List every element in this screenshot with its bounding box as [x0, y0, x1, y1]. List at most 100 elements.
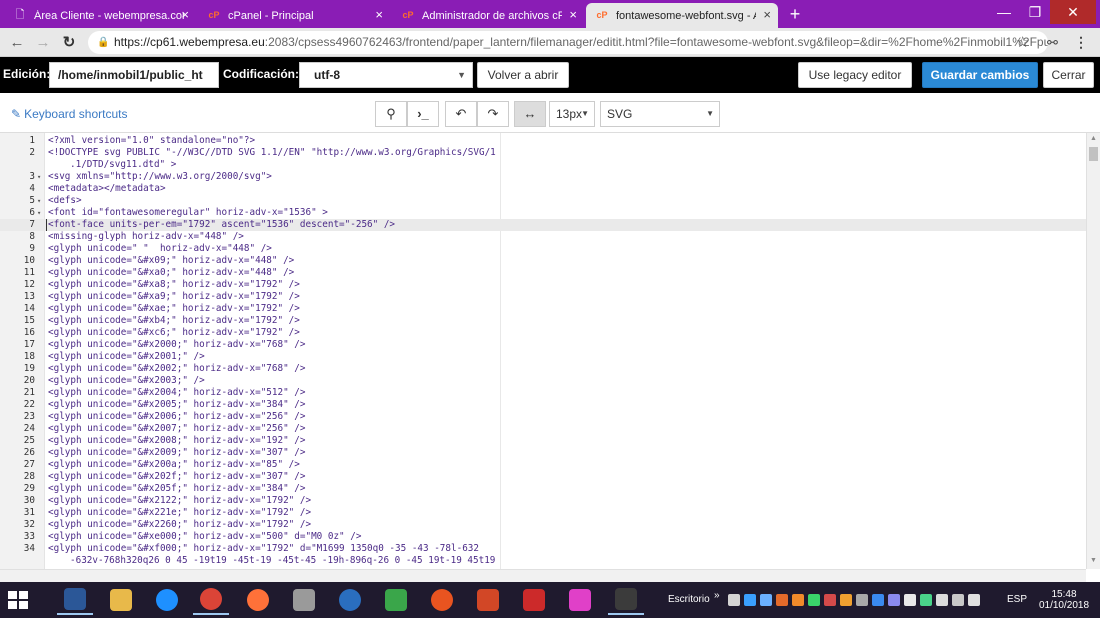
tray-app-icon[interactable]: [776, 594, 788, 606]
store-icon[interactable]: [378, 585, 414, 615]
reload-button[interactable]: ↻: [58, 32, 80, 54]
firefox-icon[interactable]: [240, 585, 276, 615]
word-icon[interactable]: [57, 585, 93, 615]
minimize-button[interactable]: —: [988, 0, 1020, 24]
code-line[interactable]: 12 <glyph unicode="&#xa8;" horiz-adv-x="1…: [0, 279, 1086, 291]
battery-icon[interactable]: [952, 594, 964, 606]
code-line[interactable]: 10 <glyph unicode="&#x09;" horiz-adv-x="4…: [0, 255, 1086, 267]
code-line[interactable]: 19 <glyph unicode="&#x2002;" horiz-adv-x=…: [0, 363, 1086, 375]
legacy-editor-button[interactable]: Use legacy editor: [798, 62, 912, 88]
tray-app-icon[interactable]: [792, 594, 804, 606]
language-indicator[interactable]: ESP: [1007, 582, 1027, 618]
internet-explorer-icon[interactable]: [149, 585, 185, 615]
fold-arrow-icon[interactable]: ▾: [37, 195, 41, 207]
code-line[interactable]: 22 <glyph unicode="&#x2005;" horiz-adv-x=…: [0, 399, 1086, 411]
code-line[interactable]: 32 <glyph unicode="&#x2260;" horiz-adv-x=…: [0, 519, 1086, 531]
code-line[interactable]: 31 <glyph unicode="&#x221e;" horiz-adv-x=…: [0, 507, 1086, 519]
close-window-button[interactable]: ✕: [1050, 0, 1096, 24]
code-line[interactable]: 15 <glyph unicode="&#xb4;" horiz-adv-x="1…: [0, 315, 1086, 327]
terminal-icon[interactable]: ›_: [407, 101, 439, 127]
code-line[interactable]: 21 <glyph unicode="&#x2004;" horiz-adv-x=…: [0, 387, 1086, 399]
code-line[interactable]: -632v-768h320q26 0 45 -19t19 -45t-19 -45…: [0, 555, 1086, 567]
code-editor[interactable]: 1 <?xml version="1.0" standalone="no"?> 2 <…: [0, 133, 1086, 569]
code-line[interactable]: 34 <glyph unicode="&#xf000;" horiz-adv-x=…: [0, 543, 1086, 555]
code-line[interactable]: 26 <glyph unicode="&#x2009;" horiz-adv-x=…: [0, 447, 1086, 459]
fold-arrow-icon[interactable]: ▾: [37, 207, 41, 219]
ubuntu-icon[interactable]: [424, 585, 460, 615]
file-path-field[interactable]: /home/inmobil1/public_ht: [49, 62, 219, 88]
font-size-select[interactable]: 13px ▼: [549, 101, 595, 127]
address-bar[interactable]: 🔒 https://cp61.webempresa.eu:2083/cpsess…: [88, 31, 1048, 54]
code-line[interactable]: 25 <glyph unicode="&#x2008;" horiz-adv-x=…: [0, 435, 1086, 447]
code-line[interactable]: 28 <glyph unicode="&#x202f;" horiz-adv-x=…: [0, 471, 1086, 483]
code-line[interactable]: 16 <glyph unicode="&#xc6;" horiz-adv-x="1…: [0, 327, 1086, 339]
scroll-up-icon[interactable]: ▲: [1090, 135, 1097, 142]
code-line[interactable]: 30 <glyph unicode="&#x2122;" horiz-adv-x=…: [0, 495, 1086, 507]
tab-area-cliente[interactable]: 🗋 Área Cliente - webempresa.com ×: [4, 3, 196, 28]
chrome-icon[interactable]: [193, 585, 229, 615]
forward-button[interactable]: →: [32, 32, 54, 54]
tab-cpanel-principal[interactable]: cP cPanel - Principal ×: [198, 3, 390, 28]
tray-app-icon[interactable]: [840, 594, 852, 606]
code-line[interactable]: .1/DTD/svg11.dtd" >: [0, 159, 1086, 171]
encoding-select[interactable]: utf-8 ▼: [299, 62, 473, 88]
undo-icon[interactable]: ↶: [445, 101, 477, 127]
browser-menu-icon[interactable]: ⋮: [1074, 31, 1088, 54]
code-line[interactable]: 27 <glyph unicode="&#x200a;" horiz-adv-x=…: [0, 459, 1086, 471]
pro-app-icon[interactable]: [286, 585, 322, 615]
code-line[interactable]: 18 <glyph unicode="&#x2001;" />: [0, 351, 1086, 363]
horizontal-scrollbar[interactable]: [0, 569, 1086, 582]
code-line[interactable]: 2 <!DOCTYPE svg PUBLIC "-//W3C//DTD SVG 1…: [0, 147, 1086, 159]
tray-app-icon[interactable]: [728, 594, 740, 606]
code-line[interactable]: 13 <glyph unicode="&#xa9;" horiz-adv-x="1…: [0, 291, 1086, 303]
bookmark-star-icon[interactable]: ☆: [1016, 31, 1029, 54]
cloud-icon[interactable]: [904, 594, 916, 606]
system-clock[interactable]: 15:48 01/10/2018: [1034, 589, 1094, 611]
scroll-thumb[interactable]: [1089, 147, 1098, 161]
reopen-button[interactable]: Volver a abrir: [477, 62, 569, 88]
code-line[interactable]: 7 <font-face units-per-em="1792" ascent="…: [0, 219, 1086, 231]
flag-icon[interactable]: [936, 594, 948, 606]
presentation-icon[interactable]: [470, 585, 506, 615]
code-line[interactable]: 29 <glyph unicode="&#x205f;" horiz-adv-x=…: [0, 483, 1086, 495]
thunderbird-icon[interactable]: [332, 585, 368, 615]
code-line[interactable]: 8 <missing-glyph horiz-adv-x="448" />: [0, 231, 1086, 243]
code-line[interactable]: 17 <glyph unicode="&#x2000;" horiz-adv-x=…: [0, 339, 1086, 351]
back-button[interactable]: ←: [6, 32, 28, 54]
tray-app-icon[interactable]: [888, 594, 900, 606]
code-line[interactable]: 11 <glyph unicode="&#xa0;" horiz-adv-x="4…: [0, 267, 1086, 279]
code-line[interactable]: 33 <glyph unicode="&#xe000;" horiz-adv-x=…: [0, 531, 1086, 543]
restore-button[interactable]: ❐: [1020, 0, 1050, 24]
code-line[interactable]: 24 <glyph unicode="&#x2007;" horiz-adv-x=…: [0, 423, 1086, 435]
tray-app-icon[interactable]: [824, 594, 836, 606]
code-line[interactable]: 4 <metadata></metadata>: [0, 183, 1086, 195]
code-line[interactable]: 3 ▾ <svg xmlns="http://www.w3.org/2000/svg…: [0, 171, 1086, 183]
code-line[interactable]: 20 <glyph unicode="&#x2003;" />: [0, 375, 1086, 387]
syntax-mode-select[interactable]: SVG ▼: [600, 101, 720, 127]
tray-app-icon[interactable]: [744, 594, 756, 606]
tray-app-icon[interactable]: [920, 594, 932, 606]
pink-app-icon[interactable]: [562, 585, 598, 615]
scroll-down-icon[interactable]: ▼: [1090, 557, 1097, 564]
tab-fontawesome-webfont[interactable]: cP fontawesome-webfont.svg - Adm ×: [586, 3, 778, 28]
tray-app-icon[interactable]: [808, 594, 820, 606]
file-explorer-icon[interactable]: [103, 585, 139, 615]
save-button[interactable]: Guardar cambios: [922, 62, 1038, 88]
filmora-icon[interactable]: [608, 585, 644, 615]
windows-start-icon[interactable]: [8, 591, 28, 609]
close-button[interactable]: Cerrar: [1043, 62, 1094, 88]
code-line[interactable]: 9 <glyph unicode=" " horiz-adv-x="448" />: [0, 243, 1086, 255]
fold-arrow-icon[interactable]: ▾: [37, 171, 41, 183]
code-line[interactable]: 5 ▾ <defs>: [0, 195, 1086, 207]
tray-app-icon[interactable]: [760, 594, 772, 606]
code-line[interactable]: 1 <?xml version="1.0" standalone="no"?>: [0, 135, 1086, 147]
tray-app-icon[interactable]: [872, 594, 884, 606]
code-line[interactable]: 14 <glyph unicode="&#xae;" horiz-adv-x="1…: [0, 303, 1086, 315]
close-icon[interactable]: ×: [763, 7, 771, 23]
word-wrap-icon[interactable]: ↔: [514, 101, 546, 127]
tab-administrador-archivos[interactable]: cP Administrador de archivos cPanel ×: [392, 3, 584, 28]
tray-app-icon[interactable]: [856, 594, 868, 606]
keyboard-shortcuts-link[interactable]: ✎ Keyboard shortcuts: [11, 107, 127, 121]
tray-chevron-icon[interactable]: »: [714, 578, 720, 614]
vertical-scrollbar[interactable]: ▲ ▼: [1086, 133, 1100, 569]
